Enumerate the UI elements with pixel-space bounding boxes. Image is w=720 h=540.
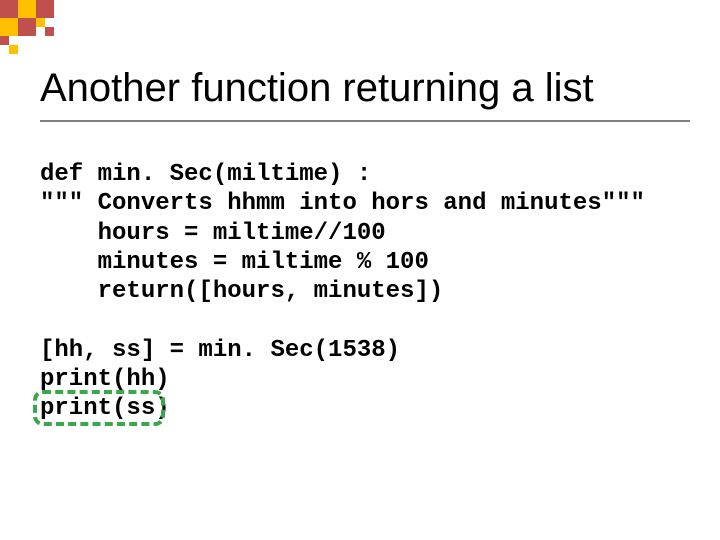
title-area: Another function returning a list [40, 66, 690, 110]
deco-square [0, 18, 18, 36]
deco-square [36, 0, 54, 18]
code-line: return([hours, minutes]) [40, 278, 443, 305]
code-line: hours = miltime//100 [40, 220, 386, 247]
code-line: [hh, ss] = min. Sec(1538) [40, 337, 400, 364]
corner-decoration [0, 0, 90, 52]
code-line: """ Converts hhmm into hors and minutes"… [40, 190, 645, 217]
code-line: minutes = miltime % 100 [40, 249, 429, 276]
deco-square [45, 27, 54, 36]
deco-square [9, 45, 18, 54]
title-underline [40, 120, 690, 122]
deco-square [0, 0, 18, 18]
deco-square [36, 18, 45, 27]
code-line: def min. Sec(miltime) : [40, 161, 371, 188]
deco-square [18, 18, 36, 36]
slide-title: Another function returning a list [40, 66, 690, 110]
code-block: def min. Sec(miltime) : """ Converts hhm… [40, 160, 645, 423]
code-line: print(ss) [40, 395, 170, 422]
code-line: print(hh) [40, 366, 170, 393]
deco-square [18, 0, 36, 18]
deco-square [0, 36, 9, 45]
slide: Another function returning a list def mi… [0, 0, 720, 540]
